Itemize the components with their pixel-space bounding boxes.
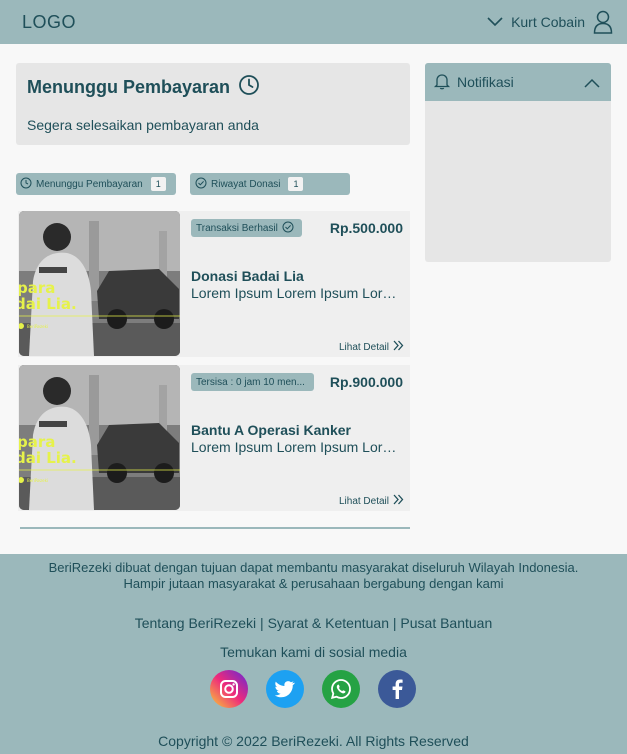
notification-title: Notifikasi [457, 74, 514, 90]
view-detail-label: Lihat Detail [338, 341, 389, 353]
time-remaining-badge: Tersisa : 0 jam 10 men... [191, 373, 314, 391]
svg-text:BeriRezeki: BeriRezeki [27, 324, 48, 329]
footer-about-line-2: Hampir jutaan masyarakat & perusahaan be… [123, 576, 504, 591]
tab-count-badge: 1 [288, 177, 304, 191]
notification-panel: Notifikasi [425, 63, 611, 262]
double-chevron-right-icon [393, 494, 404, 508]
chevron-up-icon[interactable] [584, 75, 600, 91]
view-detail-label: Lihat Detail [338, 495, 389, 507]
pending-title-text: Menunggu Pembayaran [27, 77, 231, 97]
clock-icon [238, 74, 260, 101]
svg-text:dai Lia.: dai Lia. [19, 295, 77, 313]
main-content: Menunggu Pembayaran Segera selesaikan pe… [0, 44, 627, 554]
footer-link-help[interactable]: Pusat Bantuan [400, 615, 492, 631]
footer-links: Tentang BeriRezeki | Syarat & Ketentuan … [0, 615, 627, 631]
status-text: Transaksi Berhasil [196, 222, 278, 234]
footer-link-separator: | [260, 615, 264, 631]
donation-title: Bantu A Operasi Kanker [191, 422, 352, 438]
facebook-icon[interactable] [378, 670, 416, 708]
check-circle-icon [195, 177, 207, 192]
chevron-down-icon[interactable] [487, 17, 503, 27]
tab-donation-history[interactable]: Riwayat Donasi 1 [190, 173, 350, 195]
bell-icon [433, 72, 451, 93]
view-detail-link[interactable]: Lihat Detail [339, 340, 404, 354]
tab-label: Menunggu Pembayaran [36, 178, 143, 190]
tab-label: Riwayat Donasi [211, 178, 281, 190]
whatsapp-icon[interactable] [322, 670, 360, 708]
twitter-icon[interactable] [266, 670, 304, 708]
donation-description: Lorem Ipsum Lorem Ipsum Lorem Ipsum [191, 439, 403, 455]
donation-amount: Rp.900.000 [329, 374, 403, 390]
footer-link-terms[interactable]: Syarat & Ketentuan [268, 615, 389, 631]
user-name[interactable]: Kurt Cobain [511, 14, 585, 30]
double-chevron-right-icon [393, 340, 404, 354]
pending-payment-subtitle: Segera selesaikan pembayaran anda [27, 117, 259, 133]
user-icon[interactable] [593, 10, 613, 34]
tab-pending-payment[interactable]: Menunggu Pembayaran 1 [16, 173, 176, 195]
donation-image: para dai Lia. BeriRezeki [19, 211, 180, 356]
footer-about: BeriRezeki dibuat dengan tujuan dapat me… [0, 560, 627, 592]
top-navbar: LOGO Kurt Cobain [0, 0, 627, 44]
svg-text:dai Lia.: dai Lia. [19, 449, 77, 467]
logo[interactable]: LOGO [22, 12, 76, 33]
footer-social-label: Temukan kami di sosial media [220, 644, 407, 660]
tab-count-badge: 1 [150, 177, 166, 191]
social-links [210, 670, 418, 708]
footer-link-about[interactable]: Tentang BeriRezeki [135, 615, 256, 631]
svg-text:BeriRezeki: BeriRezeki [27, 478, 48, 483]
content-divider [20, 527, 410, 529]
pending-payment-title: Menunggu Pembayaran [27, 74, 260, 101]
footer: BeriRezeki dibuat dengan tujuan dapat me… [0, 554, 627, 754]
clock-icon [20, 177, 32, 192]
view-detail-link[interactable]: Lihat Detail [339, 494, 404, 508]
time-remaining-text: Tersisa : 0 jam 10 men... [196, 376, 305, 388]
user-menu[interactable]: Kurt Cobain [487, 9, 613, 35]
donation-card[interactable]: para dai Lia. BeriRezeki Transaksi Berha… [18, 211, 410, 357]
donation-card[interactable]: para dai Lia. BeriRezeki Tersisa : 0 jam… [18, 365, 410, 511]
copyright: Copyright © 2022 BeriRezeki. All Rights … [158, 733, 469, 749]
donation-description: Lorem Ipsum Lorem Ipsum Lorem Ipsum [191, 285, 403, 301]
donation-title: Donasi Badai Lia [191, 268, 304, 284]
notification-header[interactable]: Notifikasi [425, 63, 611, 101]
donation-amount: Rp.500.000 [329, 220, 403, 236]
instagram-icon[interactable] [210, 670, 248, 708]
pending-payment-card: Menunggu Pembayaran Segera selesaikan pe… [16, 63, 410, 145]
donation-image: para dai Lia. BeriRezeki [19, 365, 180, 510]
check-circle-icon [282, 221, 294, 236]
footer-about-line-1: BeriRezeki dibuat dengan tujuan dapat me… [48, 560, 579, 575]
footer-link-separator: | [392, 615, 397, 631]
status-badge: Transaksi Berhasil [191, 219, 302, 237]
